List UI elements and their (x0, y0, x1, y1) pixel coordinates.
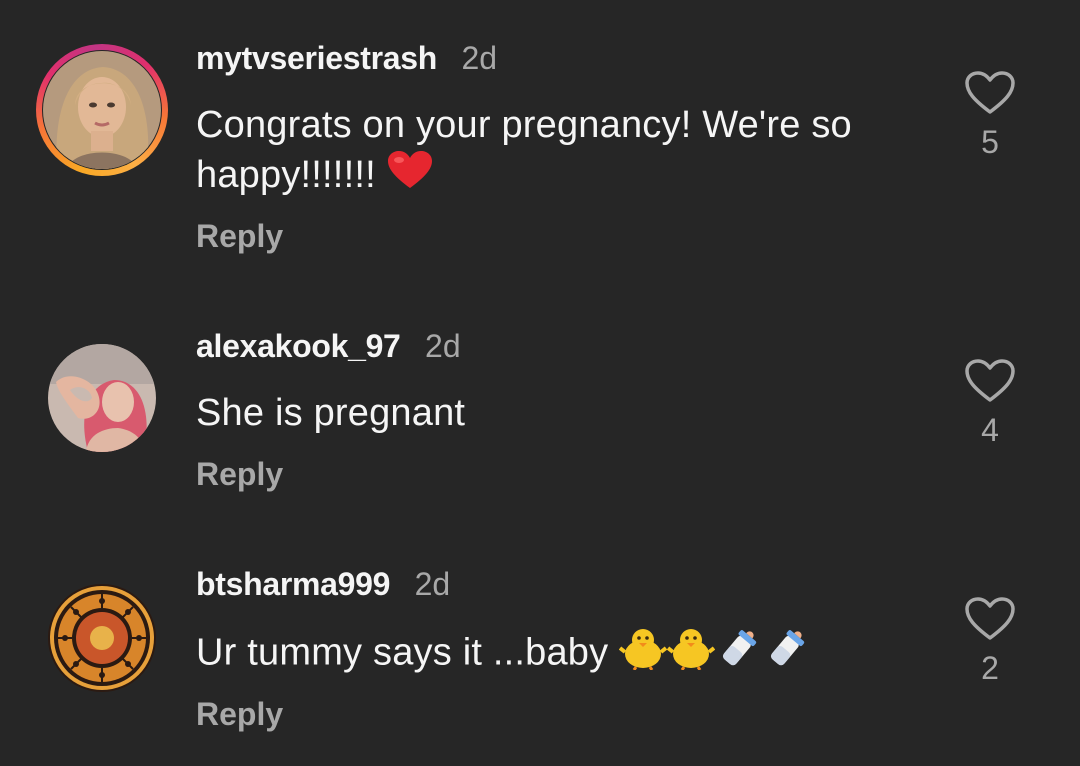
comment-text: Ur tummy says it ...baby (196, 626, 936, 683)
like-control: 4 (962, 358, 1018, 449)
heart-outline-icon[interactable] (964, 358, 1016, 404)
like-count: 4 (981, 412, 999, 448)
timestamp: 2d (414, 566, 451, 602)
red-heart-emoji-icon (387, 150, 433, 203)
avatar[interactable] (48, 344, 156, 452)
comment-meta: alexakook_97 2d (196, 328, 461, 368)
reply-button[interactable]: Reply (196, 456, 283, 493)
like-count: 2 (981, 650, 999, 686)
comment-text-content: Congrats on your pregnancy! We're so hap… (196, 104, 852, 196)
reply-button[interactable]: Reply (196, 696, 283, 733)
like-control: 5 (962, 70, 1018, 161)
timestamp: 2d (461, 40, 498, 76)
avatar-story-ring[interactable] (36, 44, 168, 176)
comment-meta: btsharma999 2d (196, 566, 450, 606)
heart-outline-icon[interactable] (964, 596, 1016, 642)
heart-outline-icon[interactable] (964, 70, 1016, 116)
comment-text-content: She is pregnant (196, 392, 466, 434)
username[interactable]: mytvseriestrash (196, 40, 437, 76)
chick-emoji-icon (618, 626, 668, 683)
timestamp: 2d (425, 328, 461, 364)
avatar[interactable] (43, 51, 161, 169)
comment-meta: mytvseriestrash 2d (196, 40, 497, 80)
avatar[interactable] (48, 584, 156, 692)
comment-text: Congrats on your pregnancy! We're so hap… (196, 100, 936, 203)
username[interactable]: btsharma999 (196, 566, 390, 602)
chick-emoji-icon (666, 626, 716, 683)
baby-bottle-emoji-icon (715, 626, 763, 683)
like-count: 5 (981, 124, 999, 160)
like-control: 2 (962, 596, 1018, 687)
comment-text-content: Ur tummy says it ...baby (196, 631, 609, 674)
comment-text: She is pregnant (196, 388, 936, 438)
username[interactable]: alexakook_97 (196, 328, 401, 364)
baby-bottle-emoji-icon (763, 626, 811, 683)
reply-button[interactable]: Reply (196, 218, 283, 255)
